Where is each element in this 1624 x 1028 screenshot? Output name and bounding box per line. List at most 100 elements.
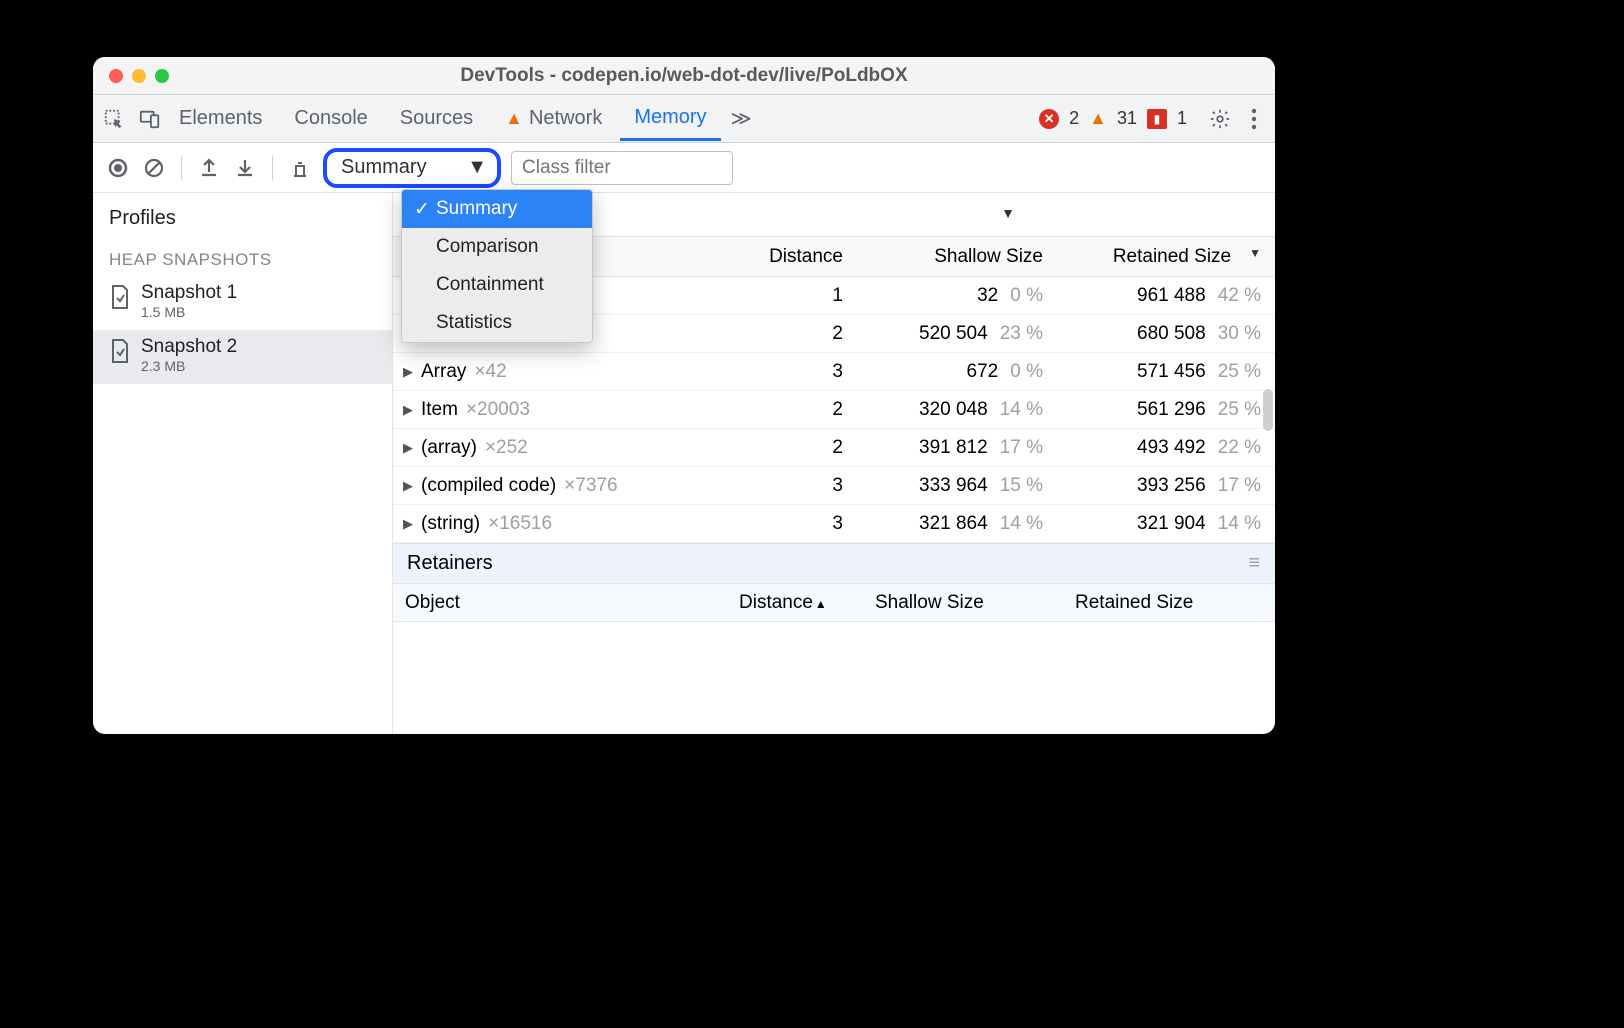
toolbar-separator (272, 156, 273, 180)
error-icon: ✕ (1039, 109, 1059, 129)
row-retained: 571 456 (1137, 361, 1206, 383)
window-title: DevTools - codepen.io/web-dot-dev/live/P… (93, 65, 1275, 87)
ret-col-distance[interactable]: Distance (735, 592, 875, 614)
snapshot-size: 1.5 MB (141, 304, 237, 320)
row-distance: 3 (735, 513, 855, 535)
context-caret-icon[interactable]: ▼ (1001, 205, 1015, 221)
snapshot-1[interactable]: Snapshot 1 1.5 MB (93, 276, 392, 330)
tab-network[interactable]: ▲ Network (491, 98, 616, 139)
row-shallow: 520 504 (919, 323, 988, 345)
row-shallow: 32 (977, 285, 998, 307)
ret-col-retained[interactable]: Retained Size (1075, 592, 1275, 614)
record-icon[interactable] (105, 155, 131, 181)
row-retained: 961 488 (1137, 285, 1206, 307)
disclosure-triangle-icon[interactable]: ▶ (403, 364, 413, 380)
ret-col-shallow[interactable]: Shallow Size (875, 592, 1075, 614)
row-retained: 680 508 (1137, 323, 1206, 345)
row-shallow-pct: 14 % (1000, 513, 1043, 535)
devtools-window: DevTools - codepen.io/web-dot-dev/live/P… (93, 57, 1275, 734)
row-shallow: 333 964 (919, 475, 988, 497)
import-icon[interactable] (232, 155, 258, 181)
disclosure-triangle-icon[interactable]: ▶ (403, 478, 413, 494)
row-retained-pct: 25 % (1218, 399, 1261, 421)
breakpoint-icon: ▮ (1147, 109, 1167, 129)
disclosure-triangle-icon[interactable]: ▶ (403, 516, 413, 532)
row-distance: 2 (735, 323, 855, 345)
tab-console[interactable]: Console (280, 98, 381, 139)
tab-elements[interactable]: Elements (165, 98, 276, 139)
table-row[interactable]: ▶(compiled code)×73763333 96415 %393 256… (393, 467, 1275, 505)
retainers-empty (393, 622, 1275, 704)
snapshot-2[interactable]: Snapshot 2 2.3 MB (93, 330, 392, 384)
minimize-window-button[interactable] (132, 69, 146, 83)
row-multiplier: ×7376 (564, 475, 617, 497)
row-distance: 3 (735, 361, 855, 383)
row-shallow-pct: 0 % (1010, 361, 1043, 383)
dropdown-item-statistics[interactable]: Statistics (402, 304, 592, 342)
view-mode-dropdown: Summary Comparison Containment Statistic… (401, 189, 593, 343)
row-shallow: 391 812 (919, 437, 988, 459)
row-retained-pct: 14 % (1218, 513, 1261, 535)
row-multiplier: ×20003 (466, 399, 530, 421)
row-retained-pct: 30 % (1218, 323, 1261, 345)
table-row[interactable]: ▶Item×200032320 04814 %561 29625 % (393, 391, 1275, 429)
device-toolbar-icon[interactable] (139, 108, 161, 130)
memory-toolbar: Summary ▼ Summary Comparison Containment… (93, 143, 1275, 193)
col-distance[interactable]: Distance (735, 246, 855, 268)
row-retained: 561 296 (1137, 399, 1206, 421)
ret-col-object[interactable]: Object (393, 592, 735, 614)
row-multiplier: ×252 (485, 437, 528, 459)
row-multiplier: ×16516 (488, 513, 552, 535)
disclosure-triangle-icon[interactable]: ▶ (403, 440, 413, 456)
breakpoint-count: 1 (1177, 108, 1187, 129)
table-row[interactable]: ▶(array)×2522391 81217 %493 49222 % (393, 429, 1275, 467)
table-row[interactable]: ▶Array×4236720 %571 45625 % (393, 353, 1275, 391)
scrollbar-thumb[interactable] (1263, 389, 1273, 431)
export-icon[interactable] (196, 155, 222, 181)
row-distance: 2 (735, 399, 855, 421)
row-retained: 321 904 (1137, 513, 1206, 535)
status-badges[interactable]: ✕2 ▲31 ▮1 (1039, 108, 1187, 129)
col-shallow-size[interactable]: Shallow Size (855, 246, 1055, 268)
table-row[interactable]: ▶(string)×165163321 86414 %321 90414 % (393, 505, 1275, 543)
row-name: (compiled code) (421, 475, 556, 497)
row-shallow: 320 048 (919, 399, 988, 421)
row-distance: 3 (735, 475, 855, 497)
row-distance: 2 (735, 437, 855, 459)
row-shallow: 321 864 (919, 513, 988, 535)
collect-garbage-icon[interactable] (287, 155, 313, 181)
dropdown-item-comparison[interactable]: Comparison (402, 228, 592, 266)
dropdown-item-containment[interactable]: Containment (402, 266, 592, 304)
row-distance: 1 (735, 285, 855, 307)
row-multiplier: ×42 (474, 361, 506, 383)
row-shallow-pct: 0 % (1010, 285, 1043, 307)
tabs-overflow[interactable]: ≫ (725, 97, 758, 140)
titlebar: DevTools - codepen.io/web-dot-dev/live/P… (93, 57, 1275, 95)
retainers-title: Retainers (407, 552, 493, 575)
row-name: (array) (421, 437, 477, 459)
class-filter-input[interactable] (511, 151, 733, 185)
snapshot-name: Snapshot 1 (141, 282, 237, 304)
col-retained-size[interactable]: Retained Size (1055, 246, 1275, 268)
disclosure-triangle-icon[interactable]: ▶ (403, 402, 413, 418)
zoom-window-button[interactable] (155, 69, 169, 83)
inspect-element-icon[interactable] (103, 108, 125, 130)
tab-sources[interactable]: Sources (386, 98, 487, 139)
tab-network-label: Network (529, 107, 602, 130)
warning-icon: ▲ (1089, 108, 1107, 129)
row-retained-pct: 42 % (1218, 285, 1261, 307)
retainers-menu-icon[interactable]: ≡ (1248, 552, 1261, 575)
kebab-menu-icon[interactable] (1243, 108, 1265, 130)
close-window-button[interactable] (109, 69, 123, 83)
settings-gear-icon[interactable] (1209, 108, 1231, 130)
dropdown-item-summary[interactable]: Summary (402, 190, 592, 228)
heap-snapshots-label: HEAP SNAPSHOTS (93, 240, 392, 276)
error-count: 2 (1069, 108, 1079, 129)
view-mode-select[interactable]: Summary ▼ (323, 148, 501, 188)
clear-icon[interactable] (141, 155, 167, 181)
row-shallow-pct: 23 % (1000, 323, 1043, 345)
panel-tabstrip: Elements Console Sources ▲ Network Memor… (93, 95, 1275, 143)
tab-memory[interactable]: Memory (620, 97, 720, 141)
snapshot-name: Snapshot 2 (141, 336, 237, 358)
row-shallow-pct: 17 % (1000, 437, 1043, 459)
